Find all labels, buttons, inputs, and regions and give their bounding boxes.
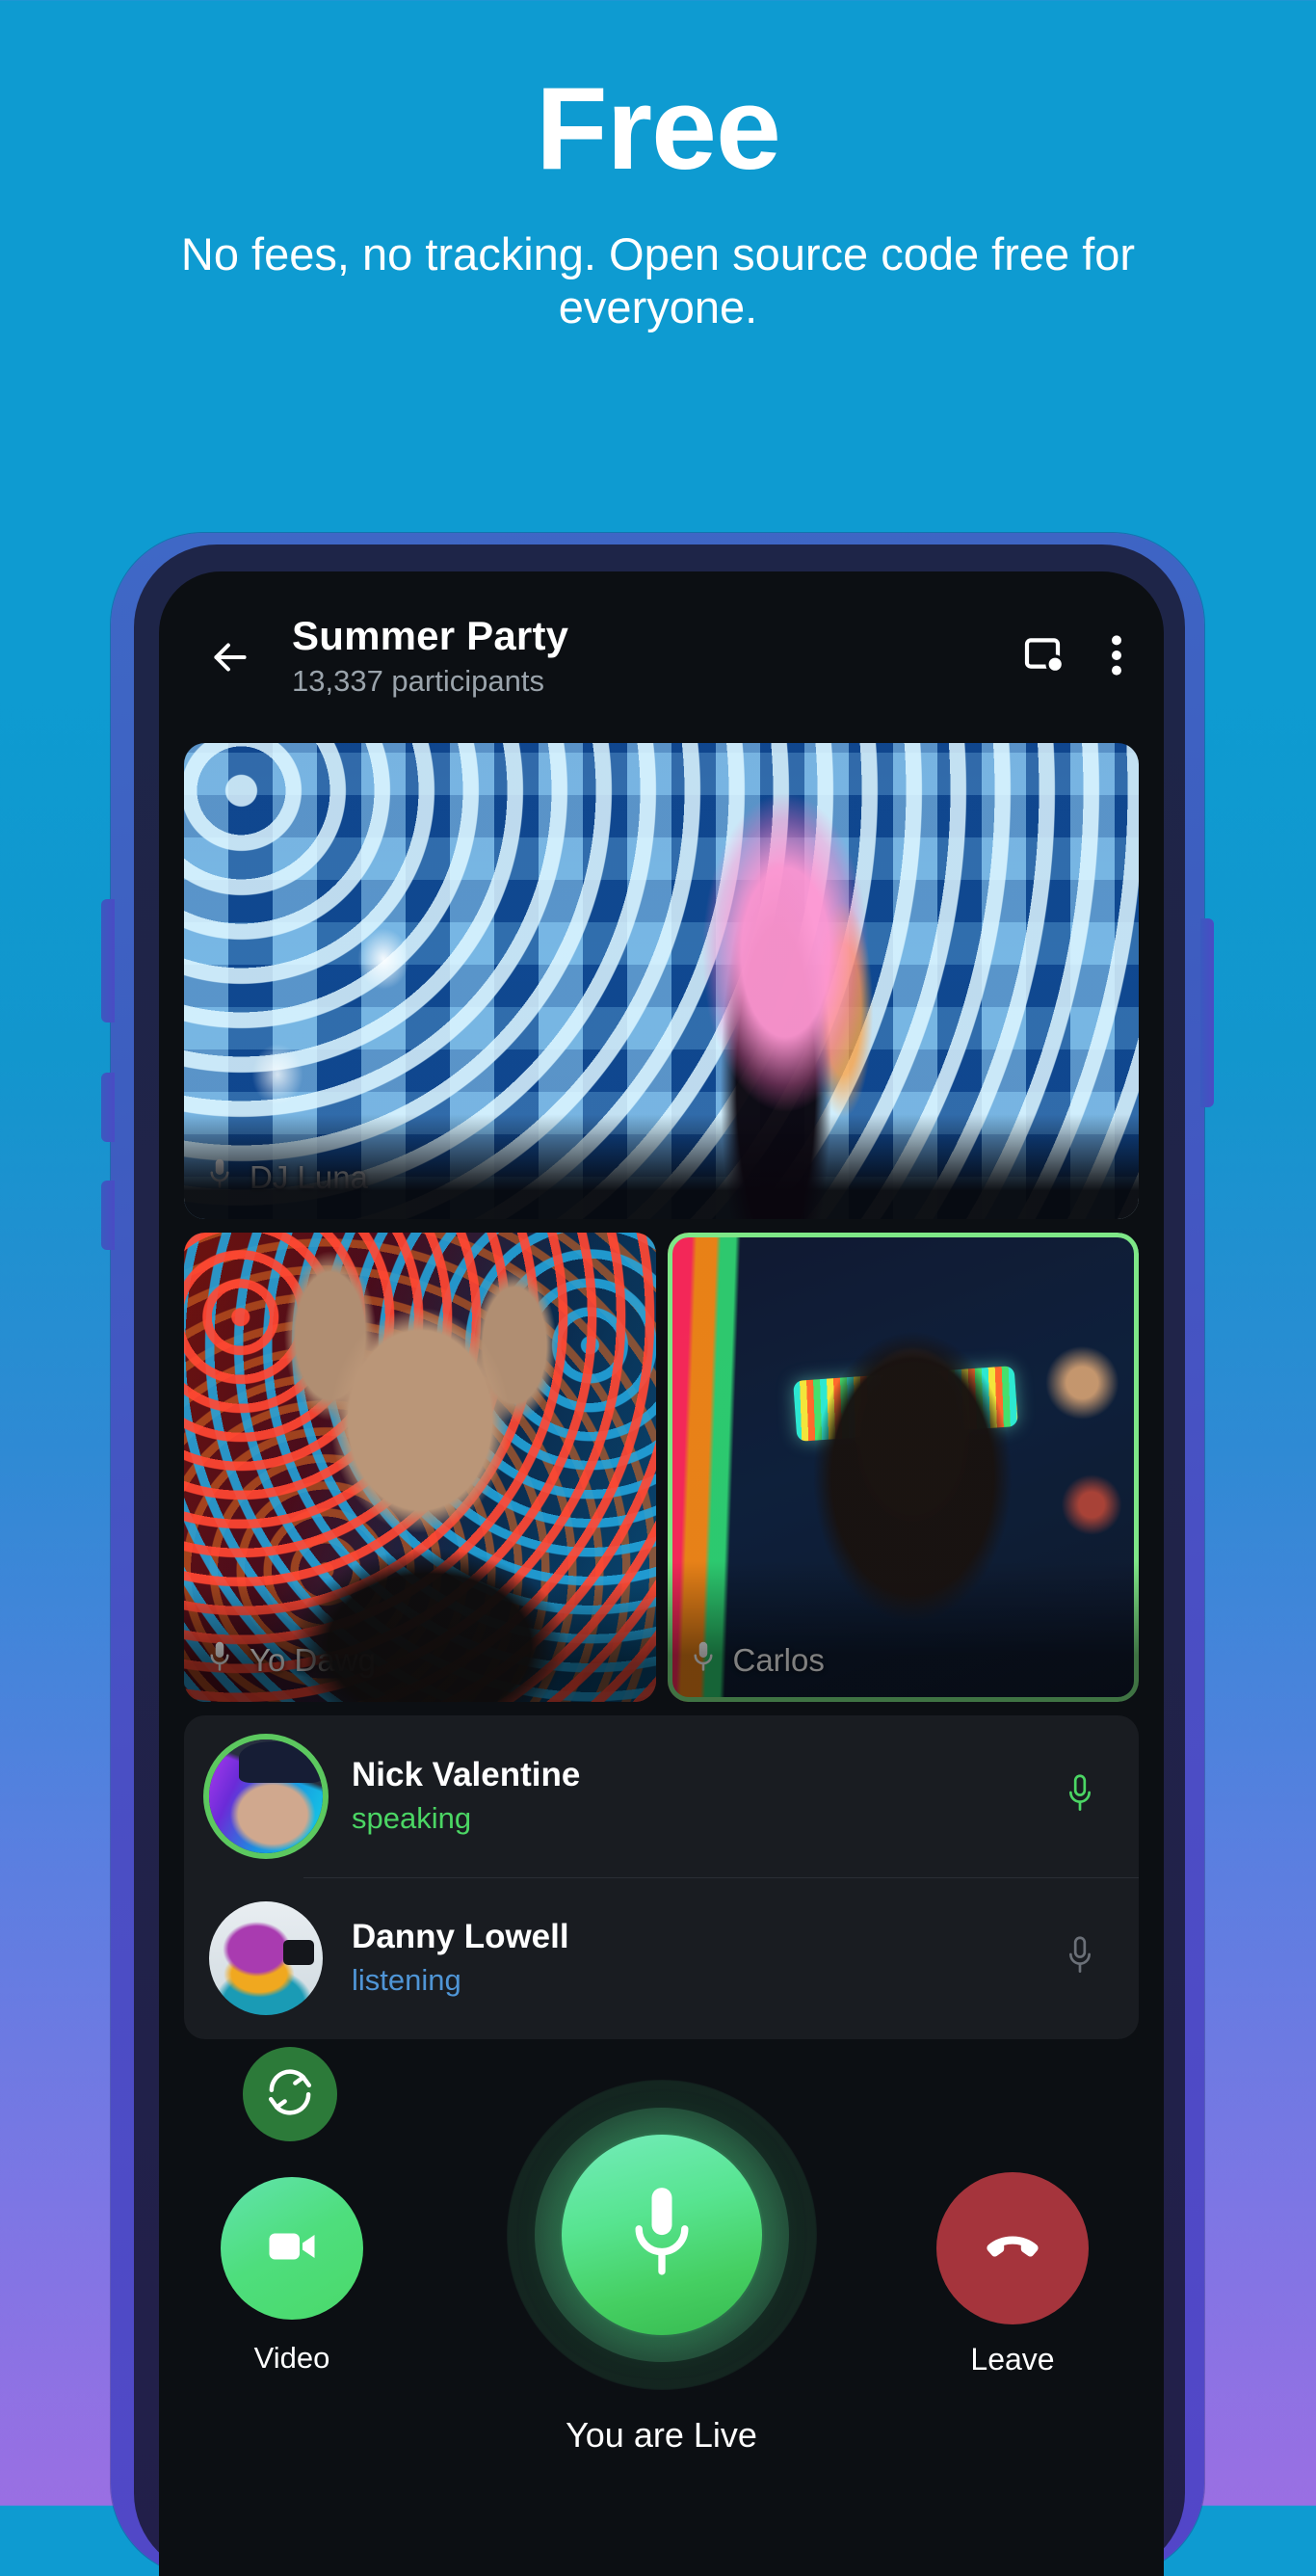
list-item[interactable]: Danny Lowell listening [184,1877,1139,2039]
hangup-phone-icon [981,2215,1044,2283]
participants-count: 13,337 participants [292,664,544,699]
call-controls: Video You are Live Leave [159,2039,1164,2478]
video-camera-icon [263,2217,321,2280]
flip-camera-button[interactable] [243,2047,337,2141]
participant-mic-button[interactable] [1064,1772,1114,1821]
video-toggle[interactable]: Video [221,2177,363,2376]
video-grid-row-2: Yo Dawg Carlos [184,1233,1139,1702]
participant-name: Danny Lowell [352,1918,569,1956]
microphone-icon [620,2179,703,2292]
video-tile-yo-dawg[interactable]: Yo Dawg [184,1233,656,1702]
avatar [209,1739,323,1853]
video-tile-label: DJ Luna [205,1156,368,1198]
participant-list: Nick Valentine speaking Danny Lowell lis… [184,1715,1139,2039]
video-toggle-button[interactable] [221,2177,363,2320]
mic-toggle-button[interactable] [561,2135,762,2335]
video-grid: DJ Luna Yo Dawg Carlos [159,743,1164,1702]
microphone-muted-icon [1064,1935,1096,1982]
leave-call-button[interactable] [936,2172,1089,2324]
phone-side-button-left-3[interactable] [101,1181,115,1250]
video-tile-name: DJ Luna [250,1158,368,1195]
video-tile-name: Carlos [732,1641,825,1678]
microphone-icon [205,1156,234,1198]
mic-halo [506,2080,817,2390]
participant-info: Danny Lowell listening [323,1917,1064,2000]
participant-info: Nick Valentine speaking [323,1755,1064,1838]
participant-name: Nick Valentine [352,1756,581,1794]
screen-share-icon [1019,632,1066,683]
mic-control: You are Live [506,2080,817,2456]
live-status-label: You are Live [566,2415,757,2455]
promo-subtitle: No fees, no tracking. Open source code f… [180,228,1136,333]
more-vertical-icon [1110,632,1123,683]
participant-mic-button[interactable] [1064,1934,1114,1983]
status-badge: listening [352,1962,461,1997]
phone-volume-button-left[interactable] [101,899,115,1022]
microphone-icon [689,1639,718,1681]
microphone-icon [1064,1773,1096,1820]
phone-side-button-left-2[interactable] [101,1073,115,1142]
app-bar: Summer Party 13,337 participants [159,571,1164,743]
microphone-icon [205,1639,234,1681]
page-title: Summer Party [292,613,569,659]
more-options-button[interactable] [1110,632,1123,683]
phone-power-button-right[interactable] [1200,918,1214,1107]
flip-camera-icon [264,2066,316,2123]
promo-title: Free [536,63,781,194]
video-tile-dj-luna[interactable]: DJ Luna [184,743,1139,1219]
promo-header: Free No fees, no tracking. Open source c… [0,0,1316,334]
list-item[interactable]: Nick Valentine speaking [184,1715,1139,1877]
video-tile-label: Yo Dawg [205,1639,376,1681]
status-badge: speaking [352,1800,472,1835]
avatar [209,1901,323,2015]
video-tile-label: Carlos [689,1639,825,1681]
back-arrow-icon [206,633,254,681]
video-tile-name: Yo Dawg [250,1641,376,1678]
leave-call-label: Leave [970,2342,1055,2377]
visor-highlight [792,1366,1018,1443]
video-tile-carlos[interactable]: Carlos [667,1233,1139,1702]
phone-mockup: Summer Party 13,337 participants DJ Luna… [101,533,1214,2576]
screen-share-button[interactable] [1019,632,1066,683]
leave-control[interactable]: Leave [936,2172,1089,2377]
call-title-block: Summer Party 13,337 participants [265,613,1019,701]
back-button[interactable] [196,623,265,692]
video-toggle-label: Video [253,2341,330,2375]
app-bar-actions [1019,632,1127,683]
phone-screen: Summer Party 13,337 participants DJ Luna… [159,571,1164,2576]
